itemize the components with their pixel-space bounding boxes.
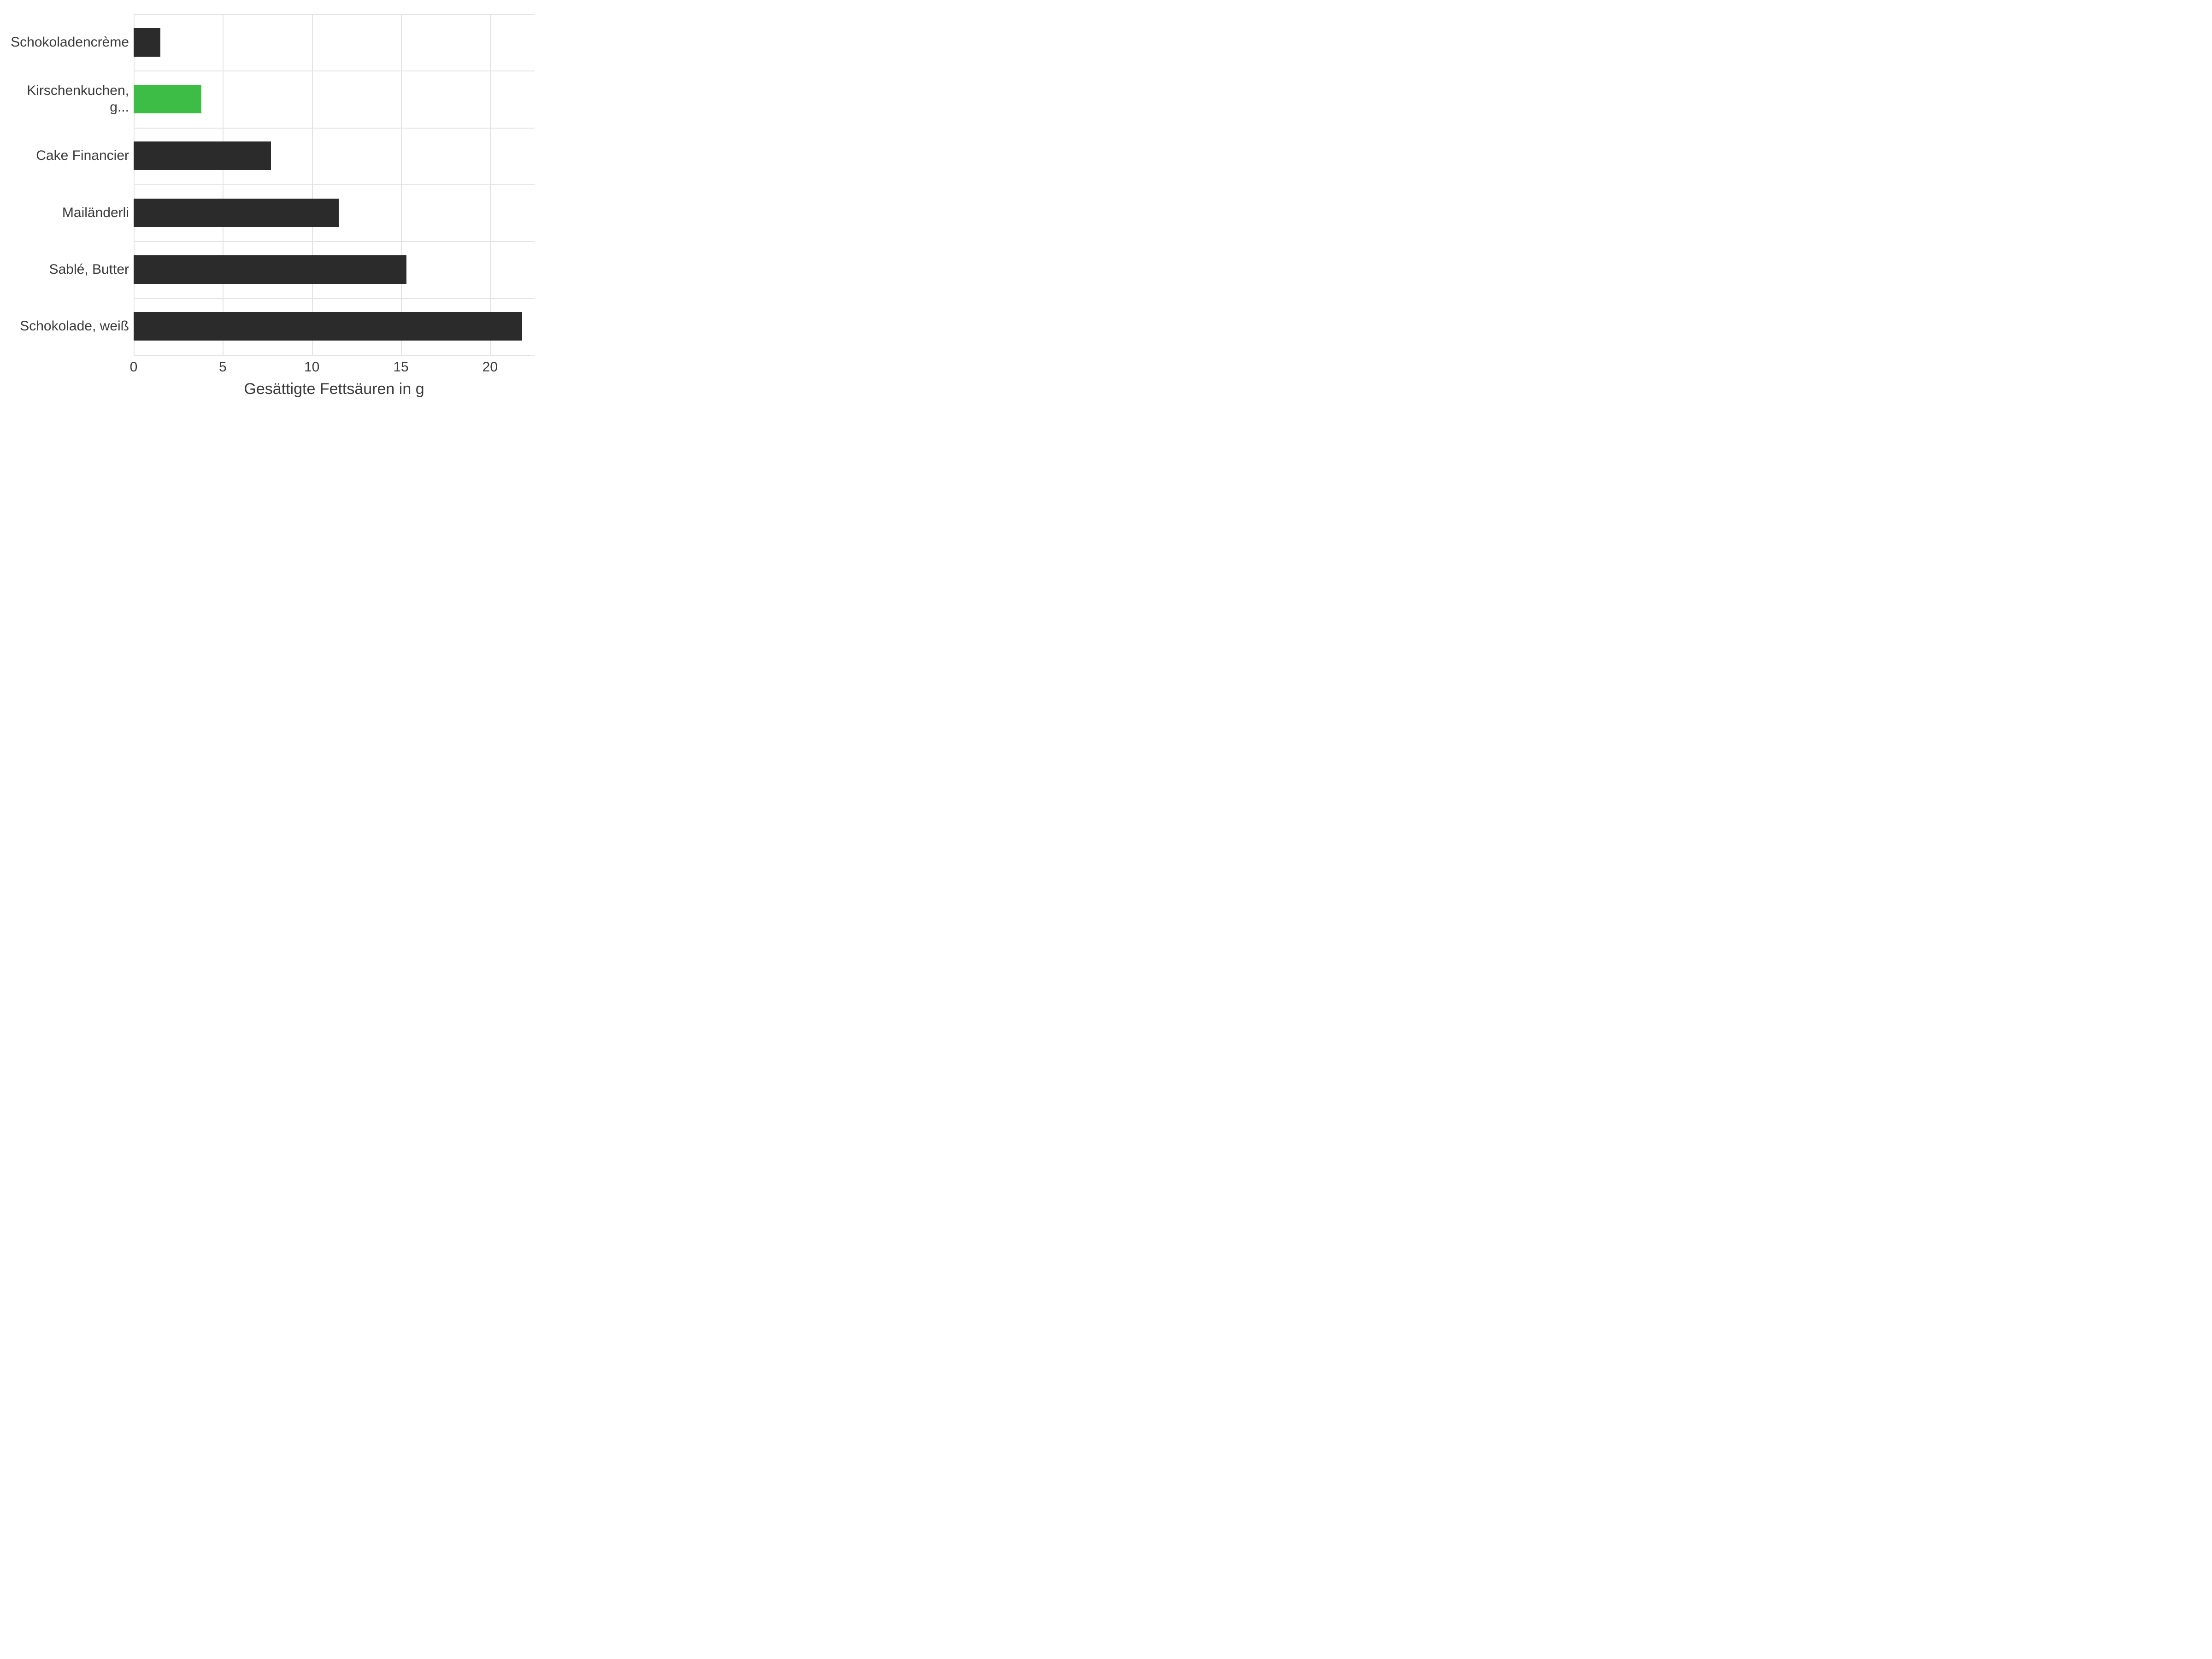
bar xyxy=(134,312,522,341)
x-tick-label: 20 xyxy=(482,359,498,375)
grid-line-horizontal xyxy=(134,355,535,356)
bar xyxy=(134,28,160,57)
y-tick-label: Sablé, Butter xyxy=(5,261,129,278)
grid-line-horizontal xyxy=(134,14,535,15)
grid-line-horizontal xyxy=(134,184,535,185)
x-tick-label: 0 xyxy=(130,359,138,375)
y-tick-label: Mailänderli xyxy=(5,205,129,221)
grid-line-horizontal xyxy=(134,241,535,242)
x-axis-title: Gesättigte Fettsäuren in g xyxy=(134,380,535,398)
x-tick-label: 5 xyxy=(219,359,227,375)
bar xyxy=(134,85,201,113)
y-tick-label: Kirschenkuchen, g... xyxy=(5,82,129,116)
plot-area xyxy=(134,14,535,355)
grid-line-horizontal xyxy=(134,298,535,299)
bar-chart: Gesättigte Fettsäuren in g 0 5 10 15 20 Schok… xyxy=(0,0,553,415)
y-tick-label: Schokoladencrème xyxy=(5,34,129,51)
y-tick-label: Schokolade, weiß xyxy=(5,318,129,335)
y-tick-label: Cake Financier xyxy=(5,147,129,164)
bar xyxy=(134,141,271,170)
x-tick-label: 10 xyxy=(304,359,319,375)
x-tick-label: 15 xyxy=(393,359,408,375)
grid-line-horizontal xyxy=(134,128,535,129)
bar xyxy=(134,199,339,227)
bar xyxy=(134,255,406,284)
